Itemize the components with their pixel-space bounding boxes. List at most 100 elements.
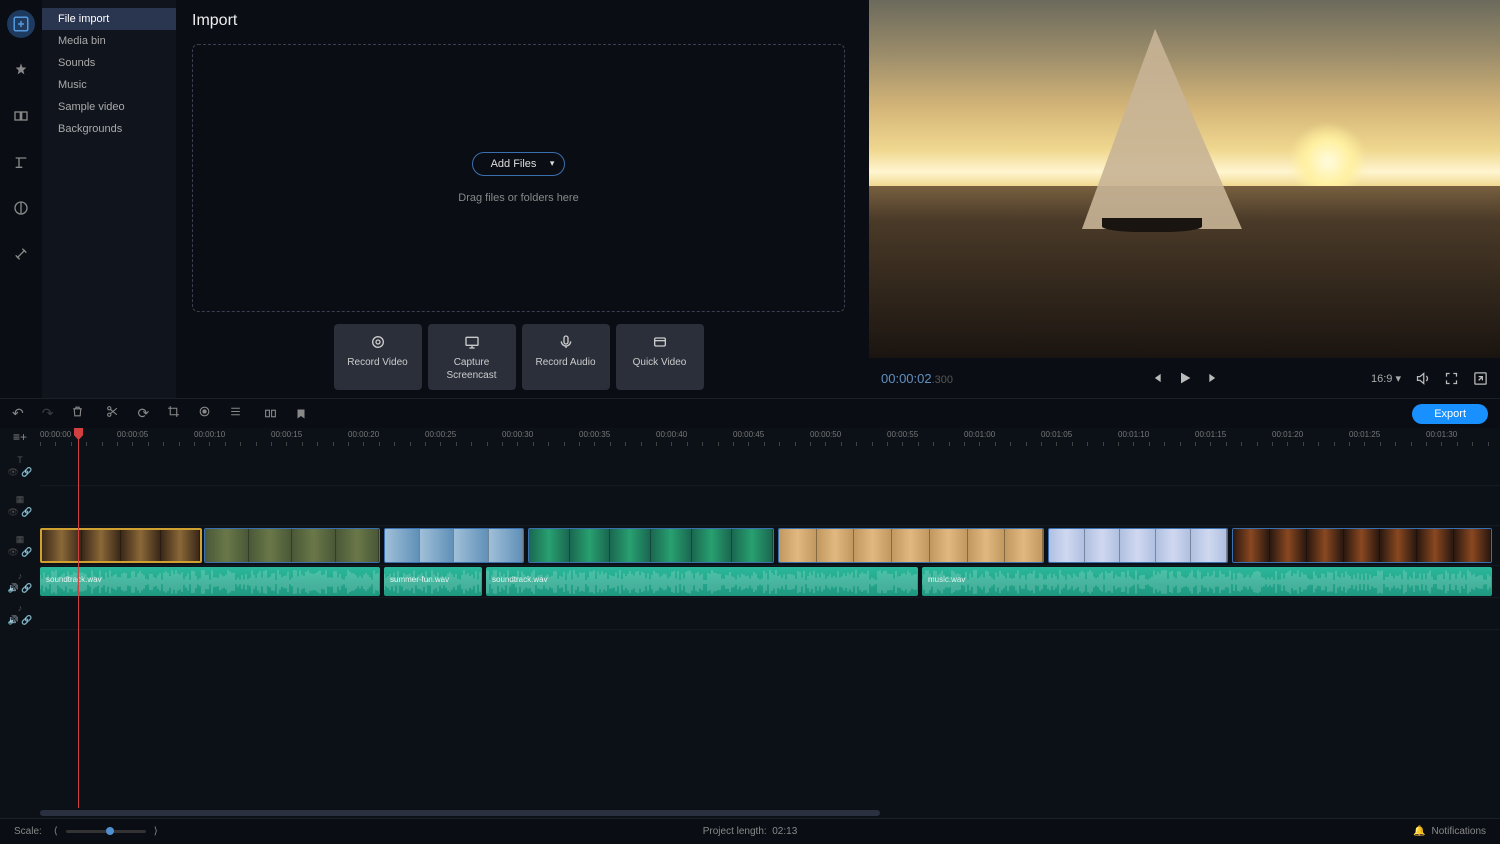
video-clip[interactable] bbox=[528, 528, 774, 563]
ruler-mark: 00:00:05 bbox=[117, 430, 148, 439]
ruler-mark: 00:00:20 bbox=[348, 430, 379, 439]
capture-screencast-button[interactable]: Capture Screencast bbox=[428, 324, 516, 390]
quick-video-button[interactable]: Quick Video bbox=[616, 324, 704, 390]
ruler-mark: 00:00:15 bbox=[271, 430, 302, 439]
undo-icon[interactable]: ↶ bbox=[12, 405, 24, 422]
track-header-audio1[interactable]: ♪ 🔊 🔗 bbox=[0, 566, 40, 598]
timeline-ruler[interactable]: 00:00:0000:00:0500:00:1000:00:1500:00:20… bbox=[40, 428, 1500, 446]
ruler-mark: 00:00:55 bbox=[887, 430, 918, 439]
ruler-mark: 00:01:00 bbox=[964, 430, 995, 439]
drag-hint: Drag files or folders here bbox=[458, 192, 578, 204]
import-panel: Import Add Files Drag files or folders h… bbox=[176, 0, 869, 398]
ruler-mark: 00:01:25 bbox=[1349, 430, 1380, 439]
track-header-video[interactable]: ▦ 👁 🔗 bbox=[0, 526, 40, 566]
more-tools-icon[interactable] bbox=[7, 240, 35, 268]
ruler-mark: 00:00:10 bbox=[194, 430, 225, 439]
scale-slider[interactable] bbox=[66, 830, 146, 833]
sidebar-item-sample-video[interactable]: Sample video bbox=[42, 96, 176, 118]
audio-clip[interactable]: soundtrack.wav bbox=[486, 567, 918, 596]
import-sidebar: File import Media bin Sounds Music Sampl… bbox=[42, 0, 176, 398]
ruler-mark: 00:00:40 bbox=[656, 430, 687, 439]
ruler-mark: 00:00:35 bbox=[579, 430, 610, 439]
audio-clip[interactable]: summer-fun.wav bbox=[384, 567, 482, 596]
overlay-track[interactable] bbox=[40, 486, 1500, 526]
sidebar-item-backgrounds[interactable]: Backgrounds bbox=[42, 118, 176, 140]
preview-viewport[interactable] bbox=[869, 0, 1500, 358]
notifications-button[interactable]: 🔔 Notifications bbox=[1413, 826, 1486, 837]
transitions-tool-icon[interactable] bbox=[7, 102, 35, 130]
capture-screencast-label: Capture Screencast bbox=[432, 356, 512, 382]
fullscreen-icon[interactable] bbox=[1444, 371, 1459, 386]
left-toolbar bbox=[0, 0, 42, 398]
clip-properties-icon[interactable] bbox=[229, 405, 242, 422]
preview-timecode: 00:00:02.300 bbox=[881, 371, 953, 386]
preview-panel: 00:00:02.300 16:9 ▾ bbox=[869, 0, 1500, 398]
aspect-ratio-select[interactable]: 16:9 ▾ bbox=[1371, 372, 1401, 385]
tracks-area[interactable]: 00:00:0000:00:0500:00:1000:00:1500:00:20… bbox=[40, 428, 1500, 808]
popout-icon[interactable] bbox=[1473, 371, 1488, 386]
track-header-audio2[interactable]: ♪ 🔊 🔗 bbox=[0, 598, 40, 630]
add-files-button[interactable]: Add Files bbox=[472, 152, 566, 176]
video-clip[interactable] bbox=[384, 528, 524, 563]
video-clip[interactable] bbox=[1048, 528, 1228, 563]
video-clip[interactable] bbox=[40, 528, 202, 563]
video-clip[interactable] bbox=[204, 528, 380, 563]
sidebar-item-media-bin[interactable]: Media bin bbox=[42, 30, 176, 52]
ruler-mark: 00:00:30 bbox=[502, 430, 533, 439]
audio-clip[interactable]: soundtrack.wav bbox=[40, 567, 380, 596]
ruler-mark: 00:01:30 bbox=[1426, 430, 1457, 439]
capture-actions: Record Video Capture Screencast Record A… bbox=[192, 324, 845, 390]
scale-increase-icon[interactable]: ⟩ bbox=[154, 826, 158, 837]
audio-clip-label: soundtrack.wav bbox=[492, 575, 548, 584]
mic-icon bbox=[558, 334, 574, 350]
record-video-button[interactable]: Record Video bbox=[334, 324, 422, 390]
play-icon[interactable] bbox=[1177, 370, 1193, 386]
sidebar-item-sounds[interactable]: Sounds bbox=[42, 52, 176, 74]
video-clip[interactable] bbox=[778, 528, 1044, 563]
ruler-mark: 00:01:10 bbox=[1118, 430, 1149, 439]
audio-track-2[interactable] bbox=[40, 598, 1500, 630]
prev-frame-icon[interactable] bbox=[1149, 371, 1163, 385]
track-headers: ≡+ T 👁 🔗 ▦ 👁 🔗 ▦ 👁 🔗 ♪ 🔊 🔗 ♪ 🔊 🔗 bbox=[0, 428, 40, 808]
next-frame-icon[interactable] bbox=[1207, 371, 1221, 385]
redo-icon[interactable]: ↷ bbox=[42, 405, 54, 422]
export-button[interactable]: Export bbox=[1412, 404, 1488, 424]
monitor-icon bbox=[464, 334, 480, 350]
scale-decrease-icon[interactable]: ⟨ bbox=[54, 826, 58, 837]
delete-icon[interactable] bbox=[71, 405, 84, 422]
filters-tool-icon[interactable] bbox=[7, 56, 35, 84]
timeline-toolbar: ↶ ↷ ⟳ Export bbox=[0, 398, 1500, 428]
rotate-icon[interactable]: ⟳ bbox=[137, 405, 149, 422]
add-track-icon[interactable]: ≡+ bbox=[13, 430, 27, 444]
record-audio-button[interactable]: Record Audio bbox=[522, 324, 610, 390]
transition-wizard-icon[interactable] bbox=[264, 407, 277, 421]
status-bar: Scale: ⟨ ⟩ Project length: 02:13 🔔 Notif… bbox=[0, 818, 1500, 844]
import-tool-icon[interactable] bbox=[7, 10, 35, 38]
sidebar-item-file-import[interactable]: File import bbox=[42, 8, 176, 30]
dropzone[interactable]: Add Files Drag files or folders here bbox=[192, 44, 845, 312]
ruler-mark: 00:00:45 bbox=[733, 430, 764, 439]
titles-tool-icon[interactable] bbox=[7, 148, 35, 176]
timeline-h-scrollbar[interactable] bbox=[0, 808, 1500, 818]
playhead[interactable] bbox=[78, 428, 79, 808]
quick-video-icon bbox=[652, 334, 668, 350]
crop-icon[interactable] bbox=[167, 405, 180, 422]
timeline: ≡+ T 👁 🔗 ▦ 👁 🔗 ▦ 👁 🔗 ♪ 🔊 🔗 ♪ 🔊 🔗 00:00:0… bbox=[0, 428, 1500, 808]
audio-clip[interactable]: music.wav bbox=[922, 567, 1492, 596]
track-header-overlay[interactable]: ▦ 👁 🔗 bbox=[0, 486, 40, 526]
stickers-tool-icon[interactable] bbox=[7, 194, 35, 222]
camera-icon bbox=[370, 334, 386, 350]
track-header-title[interactable]: T 👁 🔗 bbox=[0, 446, 40, 486]
audio-track-1[interactable]: soundtrack.wav summer-fun.wav soundtrack.w… bbox=[40, 566, 1500, 598]
title-track[interactable] bbox=[40, 446, 1500, 486]
marker-icon[interactable] bbox=[295, 407, 307, 421]
color-icon[interactable] bbox=[198, 405, 211, 422]
split-icon[interactable] bbox=[106, 405, 119, 422]
bell-icon: 🔔 bbox=[1413, 826, 1425, 837]
volume-icon[interactable] bbox=[1415, 371, 1430, 386]
sidebar-item-music[interactable]: Music bbox=[42, 74, 176, 96]
ruler-mark: 00:00:50 bbox=[810, 430, 841, 439]
video-clip[interactable] bbox=[1232, 528, 1492, 563]
video-track[interactable] bbox=[40, 526, 1500, 566]
audio-clip-label: soundtrack.wav bbox=[46, 575, 102, 584]
